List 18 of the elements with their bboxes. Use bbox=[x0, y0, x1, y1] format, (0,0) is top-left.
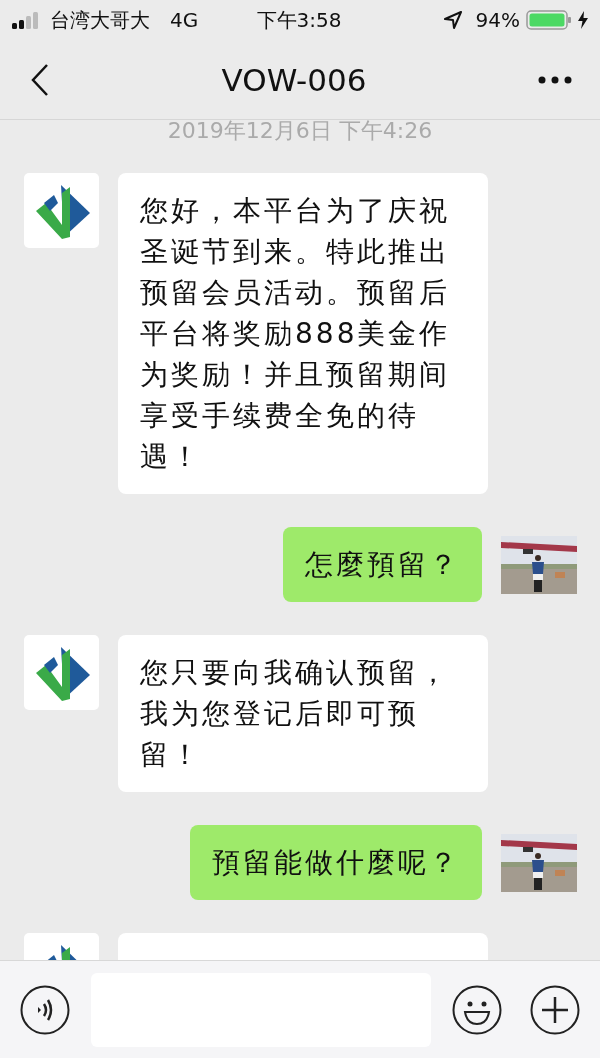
chat-title: VOW-006 bbox=[221, 61, 367, 98]
status-time: 下午3:58 bbox=[256, 6, 342, 34]
location-arrow-icon bbox=[443, 11, 462, 29]
carrier-name: 台湾大哥大 bbox=[50, 6, 150, 34]
network-type: 4G bbox=[170, 8, 199, 32]
emoji-button[interactable] bbox=[452, 984, 503, 1035]
battery-percent: 94% bbox=[475, 8, 520, 32]
message-timestamp: 2019年12月6日 下午4:26 bbox=[167, 120, 433, 143]
battery-icon bbox=[526, 10, 572, 30]
more-button[interactable] bbox=[538, 75, 572, 84]
add-button[interactable] bbox=[530, 984, 580, 1035]
message-bubble: 您只要向我确认预留，我为您登记后即可预留！ bbox=[118, 635, 488, 792]
voice-button[interactable] bbox=[20, 984, 70, 1035]
back-button[interactable] bbox=[30, 62, 50, 97]
charging-bolt-icon bbox=[578, 11, 588, 29]
message-bubble: 預留能做什麼呢？ bbox=[190, 825, 482, 900]
message-bubble: 您好，本平台为了庆祝圣诞节到来。特此推出预留会员活动。预留后平台将奖励888美金作为奖励！并且预留期间享受手续费全免的待遇！ bbox=[118, 173, 488, 494]
message-bubble: 怎麼預留？ bbox=[283, 527, 482, 602]
